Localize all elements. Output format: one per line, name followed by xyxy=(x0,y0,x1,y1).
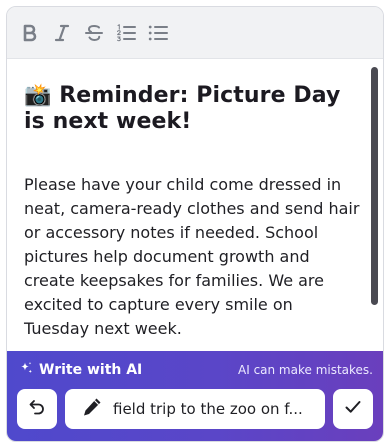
formatting-toolbar xyxy=(7,7,383,59)
document-paragraph: Please have your child come dressed in n… xyxy=(24,175,360,338)
pencil-icon xyxy=(81,396,103,422)
ordered-list-icon xyxy=(116,23,136,42)
strikethrough-button[interactable] xyxy=(83,22,105,44)
rich-text-editor-card: 📸 Reminder: Picture Day is next week! Pl… xyxy=(6,6,384,442)
ai-prompt-value: field trip to the zoo on f... xyxy=(113,400,303,418)
ai-disclaimer: AI can make mistakes. xyxy=(238,363,373,377)
ai-title: Write with AI xyxy=(19,361,142,379)
italic-button[interactable] xyxy=(51,22,73,44)
undo-icon xyxy=(27,397,47,421)
ai-title-label: Write with AI xyxy=(39,362,143,378)
bullet-list-icon xyxy=(148,24,168,42)
heading-text: Reminder: Picture Day is next week! xyxy=(24,83,341,134)
italic-icon xyxy=(54,24,70,42)
ai-prompt-row: field trip to the zoo on f... xyxy=(7,389,383,429)
sparkle-icon xyxy=(19,361,33,379)
strikethrough-icon xyxy=(84,24,104,42)
ai-panel-header: Write with AI AI can make mistakes. xyxy=(7,351,383,389)
bold-icon xyxy=(22,24,38,42)
bullet-list-button[interactable] xyxy=(147,22,169,44)
bold-button[interactable] xyxy=(19,22,41,44)
document-content: 📸 Reminder: Picture Day is next week! Pl… xyxy=(7,59,383,341)
scrollbar-thumb[interactable] xyxy=(371,67,378,305)
undo-button[interactable] xyxy=(17,389,57,429)
ai-prompt-input[interactable]: field trip to the zoo on f... xyxy=(65,389,325,429)
checkmark-icon xyxy=(343,397,363,421)
document-heading: 📸 Reminder: Picture Day is next week! xyxy=(24,83,361,135)
confirm-button[interactable] xyxy=(333,389,373,429)
ordered-list-button[interactable] xyxy=(115,22,137,44)
editor-area[interactable]: 📸 Reminder: Picture Day is next week! Pl… xyxy=(7,59,383,351)
camera-flash-icon: 📸 xyxy=(24,83,52,108)
ai-writer-panel: Write with AI AI can make mistakes. fiel… xyxy=(7,351,383,441)
